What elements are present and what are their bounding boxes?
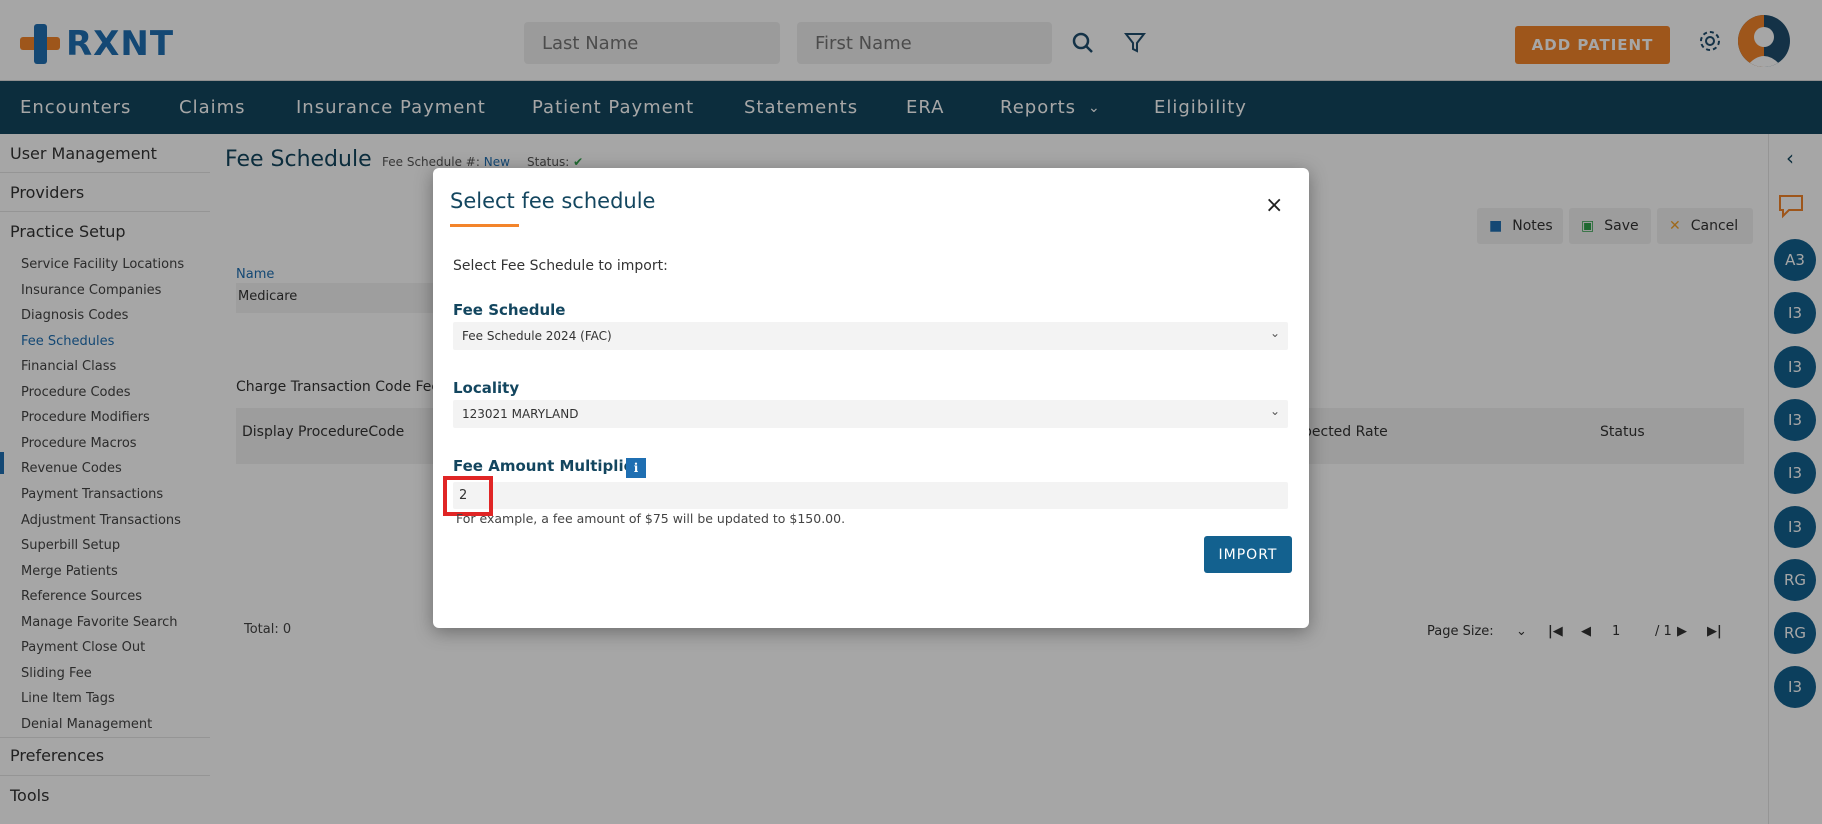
info-icon[interactable]: i <box>626 458 646 478</box>
modal-title: Select fee schedule <box>450 189 656 213</box>
locality-value: 123021 MARYLAND <box>462 407 579 421</box>
chevron-down-icon: ⌄ <box>1269 326 1280 340</box>
fee-schedule-select[interactable]: Fee Schedule 2024 (FAC) ⌄ <box>453 322 1288 350</box>
chevron-down-icon: ⌄ <box>1269 404 1280 418</box>
import-button[interactable]: IMPORT <box>1204 536 1292 573</box>
locality-select[interactable]: 123021 MARYLAND ⌄ <box>453 400 1288 428</box>
close-icon[interactable]: × <box>1265 193 1283 218</box>
highlight-annotation <box>443 476 493 516</box>
modal-title-underline <box>450 224 519 227</box>
modal-subtitle: Select Fee Schedule to import: <box>453 258 668 274</box>
fee-amount-multiplier-label: Fee Amount Multiplier <box>453 457 642 475</box>
fee-schedule-value: Fee Schedule 2024 (FAC) <box>462 329 612 343</box>
multiplier-example-text: For example, a fee amount of $75 will be… <box>456 511 846 526</box>
fee-amount-multiplier-input[interactable]: 2 <box>453 482 1288 509</box>
fee-schedule-label: Fee Schedule <box>453 301 566 319</box>
locality-label: Locality <box>453 379 520 397</box>
select-fee-schedule-modal <box>433 168 1309 628</box>
